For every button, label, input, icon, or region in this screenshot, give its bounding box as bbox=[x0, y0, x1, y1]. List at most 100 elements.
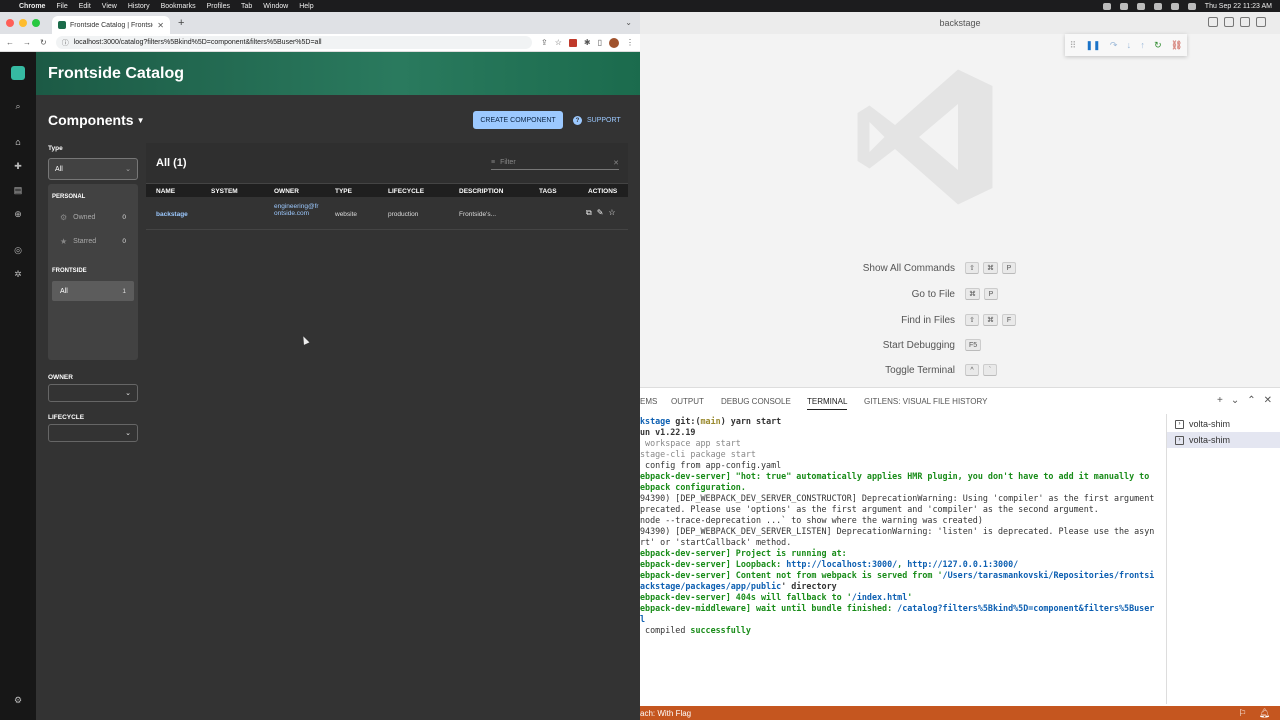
edit-pencil-icon[interactable]: ✎ bbox=[597, 208, 604, 218]
menubar-item-file[interactable]: File bbox=[56, 3, 67, 10]
sidebar-home-icon[interactable]: ⌂ bbox=[0, 130, 36, 154]
sidebar-search-icon[interactable]: ⌕ bbox=[0, 94, 36, 118]
backstage-logo-icon[interactable] bbox=[11, 66, 25, 80]
restart-icon[interactable]: ↻ bbox=[1154, 40, 1162, 51]
extension-icon[interactable] bbox=[1119, 2, 1128, 10]
column-header-lifecycle[interactable]: LIFECYCLE bbox=[388, 188, 424, 195]
record-icon[interactable] bbox=[1102, 2, 1111, 10]
address-bar[interactable]: ⓘ localhost:3000/catalog?filters%5Bkind%… bbox=[55, 36, 533, 49]
sidebar-plugins-icon[interactable]: ✲ bbox=[0, 262, 36, 286]
toggle-sidebar-icon[interactable] bbox=[1208, 17, 1218, 27]
clear-filter-icon[interactable]: ✕ bbox=[613, 159, 619, 167]
sidebar-toggle-icon[interactable]: ▯ bbox=[598, 38, 602, 47]
new-terminal-plus-icon[interactable]: + bbox=[1217, 395, 1223, 406]
battery-icon[interactable] bbox=[1136, 2, 1145, 10]
user-filter-owned[interactable]: ⚙ Owned 0 bbox=[52, 207, 134, 227]
minimize-window-button[interactable] bbox=[19, 19, 27, 27]
browser-tab[interactable]: Frontside Catalog | Frontside B... ✕ bbox=[52, 16, 170, 34]
column-header-type[interactable]: TYPE bbox=[335, 188, 352, 195]
column-header-tags[interactable]: TAGS bbox=[539, 188, 557, 195]
favorite-star-icon[interactable]: ☆ bbox=[608, 208, 615, 218]
menubar-clock[interactable]: Thu Sep 22 11:23 AM bbox=[1205, 3, 1272, 10]
menubar-item-window[interactable]: Window bbox=[263, 3, 288, 10]
control-center-icon[interactable] bbox=[1187, 2, 1196, 10]
disconnect-icon[interactable]: ⛓ bbox=[1171, 40, 1182, 51]
tab-problems[interactable]: EMS bbox=[640, 397, 657, 406]
close-panel-icon[interactable]: ✕ bbox=[1264, 395, 1272, 406]
sidebar-settings-gear-icon[interactable]: ⚙ bbox=[0, 688, 36, 712]
menubar-item-help[interactable]: Help bbox=[299, 3, 313, 10]
menubar-item-history[interactable]: History bbox=[128, 3, 150, 10]
back-arrow-icon[interactable]: ← bbox=[6, 38, 14, 47]
toggle-secondary-sidebar-icon[interactable] bbox=[1240, 17, 1250, 27]
customize-layout-icon[interactable] bbox=[1256, 17, 1266, 27]
zoom-window-button[interactable] bbox=[32, 19, 40, 27]
terminal-dropdown-chevron-icon[interactable]: ⌄ bbox=[1231, 395, 1239, 406]
bookmark-star-icon[interactable]: ☆ bbox=[555, 38, 562, 47]
pause-icon[interactable]: ❚❚ bbox=[1085, 40, 1100, 51]
close-window-button[interactable] bbox=[6, 19, 14, 27]
column-header-owner[interactable]: OWNER bbox=[274, 188, 299, 195]
forward-arrow-icon[interactable]: → bbox=[23, 38, 31, 47]
terminal-instance[interactable]: › volta-shim bbox=[1167, 432, 1280, 448]
drag-handle-icon[interactable]: ⠿ bbox=[1070, 40, 1077, 51]
menubar-item-edit[interactable]: Edit bbox=[79, 3, 91, 10]
component-name-link[interactable]: backstage bbox=[156, 211, 188, 218]
step-over-icon[interactable]: ↷ bbox=[1110, 40, 1118, 51]
sidebar-docs-icon[interactable]: ▤ bbox=[0, 178, 36, 202]
sidebar-apis-icon[interactable]: ✚ bbox=[0, 154, 36, 178]
extensions-puzzle-icon[interactable]: ✱ bbox=[584, 38, 591, 47]
owner-filter-select[interactable]: ⌄ bbox=[48, 384, 138, 402]
column-header-system[interactable]: SYSTEM bbox=[211, 188, 238, 195]
column-header-description[interactable]: DESCRIPTION bbox=[459, 188, 503, 195]
terminal-output[interactable]: kstage git:(main) yarn start un v1.22.19… bbox=[640, 416, 1165, 706]
type-filter-select[interactable]: All ⌄ bbox=[48, 158, 138, 180]
share-icon[interactable]: ⇪ bbox=[541, 38, 548, 47]
status-debug-config[interactable]: ach: With Flag bbox=[640, 709, 691, 718]
table-filter-input[interactable]: ≡ Filter ✕ bbox=[491, 156, 619, 170]
terminal-line: 94390) [DEP_WEBPACK_DEV_SERVER_LISTEN] D… bbox=[640, 526, 1155, 536]
tab-debug-console[interactable]: DEBUG CONSOLE bbox=[721, 397, 791, 406]
lifecycle-filter-select[interactable]: ⌄ bbox=[48, 424, 138, 442]
open-external-icon[interactable]: ⧉ bbox=[586, 208, 592, 218]
all-label: All bbox=[60, 287, 68, 295]
menubar-app-name[interactable]: Chrome bbox=[19, 3, 45, 10]
step-out-icon[interactable]: ↑ bbox=[1140, 40, 1145, 50]
tab-close-icon[interactable]: ✕ bbox=[157, 21, 164, 30]
terminal-link[interactable]: http://127.0.0.1:3000/ bbox=[907, 559, 1018, 569]
tab-gitlens-history[interactable]: GITLENS: VISUAL FILE HISTORY bbox=[864, 397, 987, 406]
create-component-button[interactable]: CREATE COMPONENT bbox=[473, 111, 563, 129]
maximize-panel-chevron-up-icon[interactable]: ⌃ bbox=[1247, 395, 1255, 406]
menubar-item-profiles[interactable]: Profiles bbox=[207, 3, 230, 10]
notifications-bell-icon[interactable]: 🔔︎ bbox=[1259, 708, 1270, 719]
component-owner-link[interactable]: engineering@frontside.com bbox=[274, 203, 322, 217]
feedback-icon[interactable]: ⚐ bbox=[1238, 708, 1246, 719]
reload-icon[interactable]: ↻ bbox=[40, 38, 47, 47]
extension-red-icon[interactable] bbox=[568, 38, 577, 47]
user-filter-all[interactable]: All 1 bbox=[52, 281, 134, 301]
kind-picker[interactable]: Components ▼ bbox=[48, 112, 144, 128]
sidebar-radar-icon[interactable]: ◎ bbox=[0, 238, 36, 262]
column-header-name[interactable]: NAME bbox=[156, 188, 175, 195]
key-f: F bbox=[1002, 314, 1016, 326]
tab-terminal[interactable]: TERMINAL bbox=[807, 397, 848, 410]
menubar-item-bookmarks[interactable]: Bookmarks bbox=[161, 3, 196, 10]
terminal-link[interactable]: http://localhost:3000/ bbox=[786, 559, 897, 569]
search-icon[interactable] bbox=[1170, 2, 1179, 10]
tab-search-chevron-icon[interactable]: ⌄ bbox=[625, 18, 632, 27]
menubar-item-tab[interactable]: Tab bbox=[241, 3, 252, 10]
tab-output[interactable]: OUTPUT bbox=[671, 397, 704, 406]
profile-avatar[interactable] bbox=[609, 37, 619, 48]
menubar-item-view[interactable]: View bbox=[102, 3, 117, 10]
user-filter-starred[interactable]: ★ Starred 0 bbox=[52, 231, 134, 251]
new-tab-button[interactable]: + bbox=[178, 17, 184, 29]
terminal-instance[interactable]: › volta-shim bbox=[1167, 416, 1280, 432]
sidebar-create-icon[interactable]: ⊕ bbox=[0, 202, 36, 226]
wifi-icon[interactable] bbox=[1153, 2, 1162, 10]
site-info-icon[interactable]: ⓘ bbox=[62, 38, 69, 48]
toggle-panel-icon[interactable] bbox=[1224, 17, 1234, 27]
backstage-app: ⌕ ⌂ ✚ ▤ ⊕ ◎ ✲ ⚙ Frontside Catalog Compon… bbox=[0, 52, 640, 720]
step-into-icon[interactable]: ↓ bbox=[1127, 40, 1132, 50]
chrome-menu-icon[interactable]: ⋮ bbox=[626, 38, 634, 47]
support-button[interactable]: ? SUPPORT bbox=[573, 116, 621, 125]
